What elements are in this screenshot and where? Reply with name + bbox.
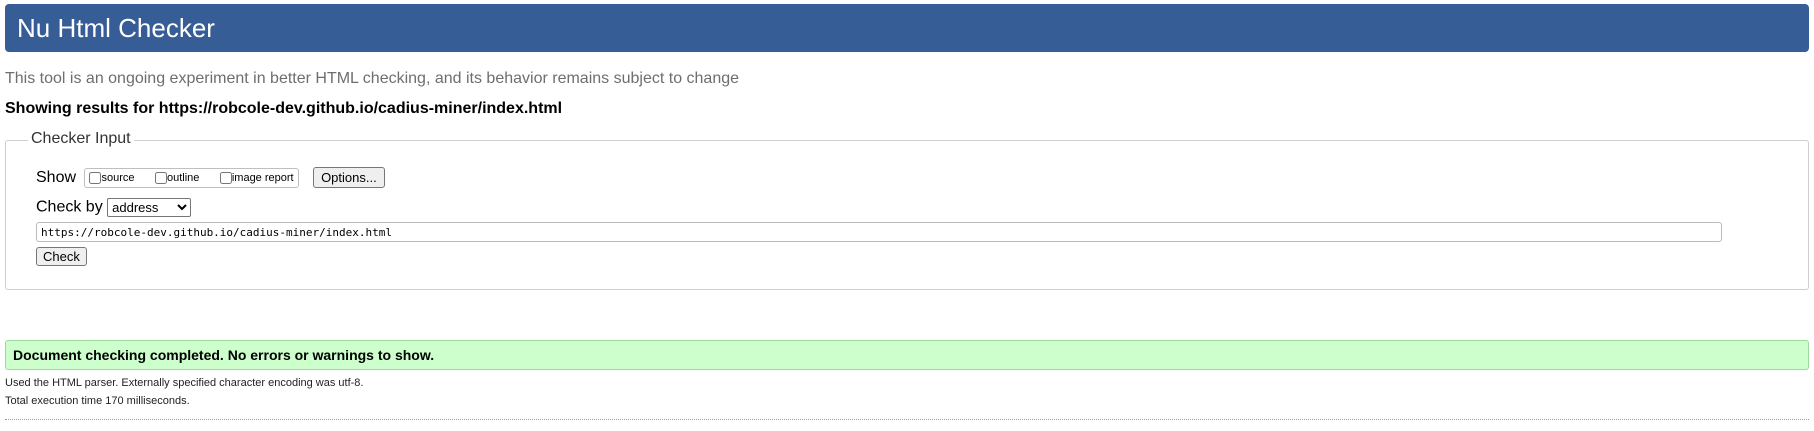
show-image-report-option[interactable]: image report [218, 172, 294, 184]
show-row: Show source outline image report Options… [36, 167, 385, 193]
url-input[interactable] [36, 222, 1722, 242]
page: Nu Html Checker This tool is an ongoing … [0, 0, 1814, 431]
options-button[interactable]: Options... [313, 167, 385, 188]
image-report-checkbox-label: image report [231, 171, 294, 184]
show-label: Show [36, 168, 77, 186]
check-button[interactable]: Check [36, 247, 87, 266]
divider [5, 419, 1809, 420]
source-checkbox[interactable] [89, 171, 102, 184]
outline-checkbox[interactable] [154, 171, 167, 184]
success-message: Document checking completed. No errors o… [13, 347, 435, 363]
checker-input-fieldset: Checker Input Show source outline image … [5, 130, 1809, 290]
intro-text: This tool is an ongoing experiment in be… [5, 70, 740, 87]
execution-time: Total execution time 170 milliseconds. [5, 395, 190, 407]
parser-info: Used the HTML parser. Externally specifi… [5, 377, 364, 389]
image-report-checkbox[interactable] [219, 171, 232, 184]
source-checkbox-label: source [101, 171, 135, 184]
checker-input-legend: Checker Input [28, 130, 134, 148]
result-details: Used the HTML parser. Externally specifi… [5, 377, 363, 407]
show-options-group: source outline image report [84, 167, 299, 188]
check-by-row: Check by address [36, 198, 192, 217]
page-title: Nu Html Checker [17, 13, 215, 43]
check-by-select[interactable]: address [107, 198, 192, 217]
show-outline-option[interactable]: outline [153, 172, 199, 184]
results-for-heading: Showing results for https://robcole-dev.… [5, 100, 563, 117]
show-source-option[interactable]: source [87, 171, 135, 184]
header-bar: Nu Html Checker [5, 4, 1809, 52]
outline-checkbox-label: outline [166, 171, 200, 184]
check-by-label: Check by [36, 198, 103, 216]
success-message-box: Document checking completed. No errors o… [5, 340, 1809, 370]
